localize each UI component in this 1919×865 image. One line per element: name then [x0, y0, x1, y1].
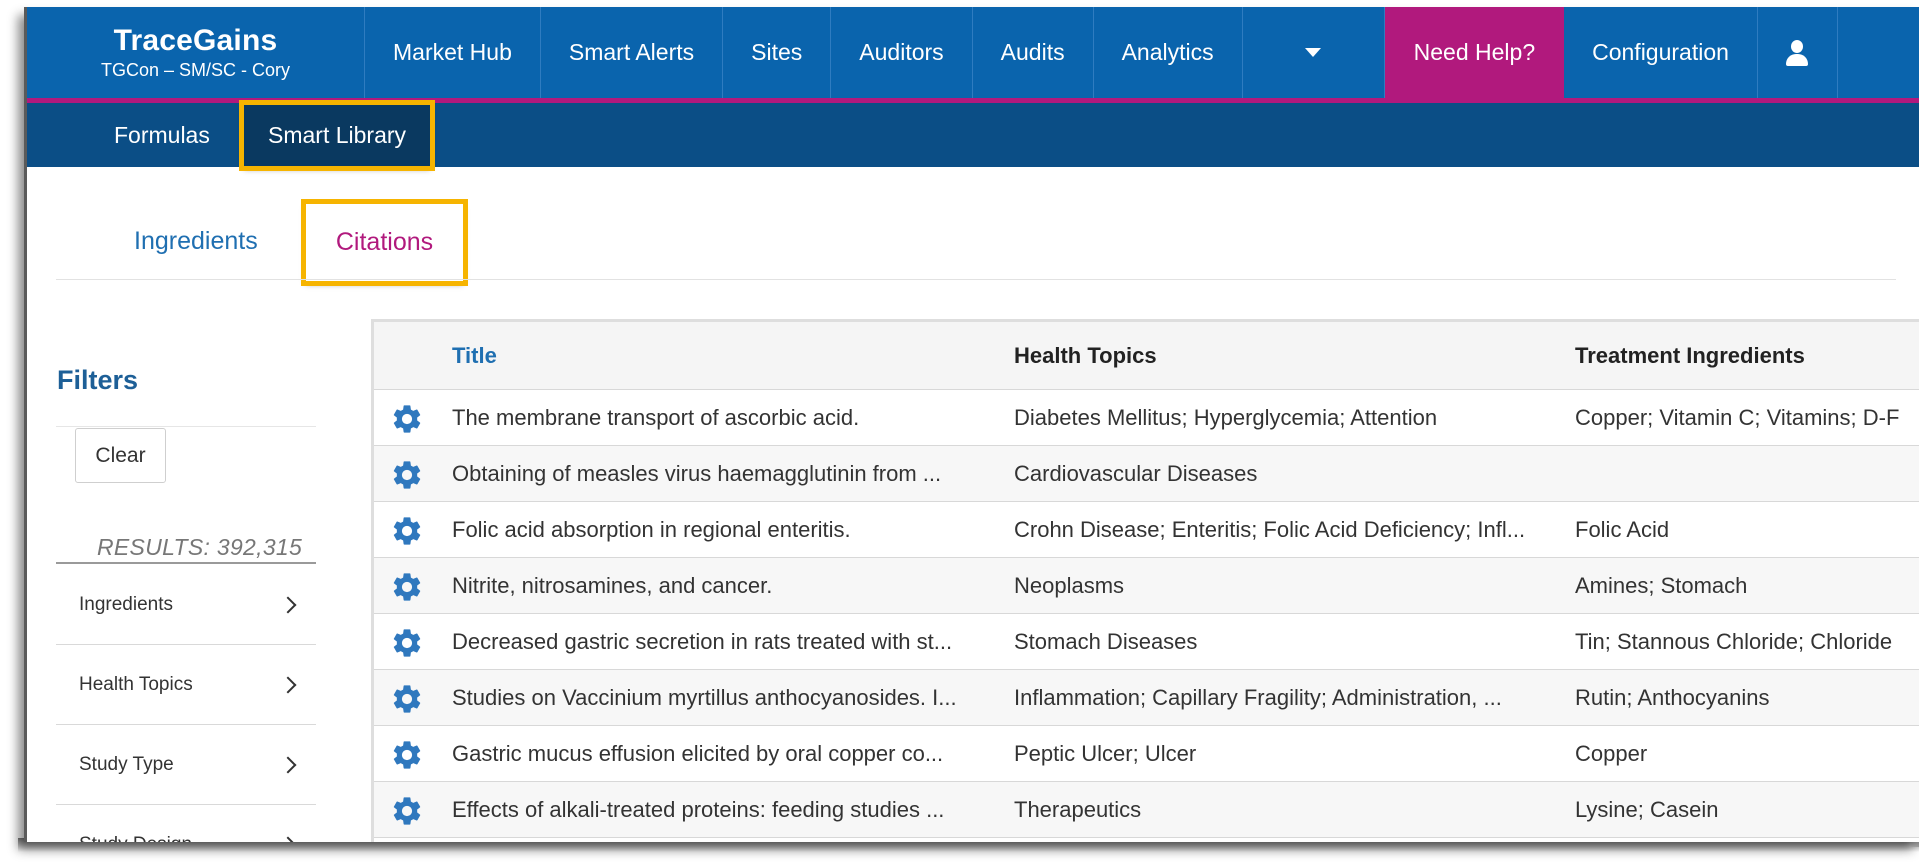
cell-title[interactable]: Obtaining of measles virus haemagglutini… — [452, 446, 1002, 502]
user-menu[interactable] — [1758, 7, 1838, 98]
gear-icon[interactable] — [390, 682, 424, 716]
results-count: RESULTS: 392,315 — [97, 534, 303, 560]
cell-treatment-ingredients: Copper; Vitamin C; Vitamins; D-F — [1575, 405, 1900, 430]
cell-treatment-ingredients: Amines; Stomach — [1575, 573, 1748, 598]
cell-treatment-ingredients: Tin; Stannous Chloride; Chloride — [1575, 629, 1893, 654]
table-row[interactable]: Decreased gastric secretion in rats trea… — [374, 614, 1919, 670]
nav-analytics[interactable]: Analytics — [1094, 7, 1243, 98]
column-header-health-topics[interactable]: Health Topics — [1014, 322, 1157, 390]
nav-need-help[interactable]: Need Help? — [1384, 7, 1565, 98]
cell-treatment-ingredients: Copper — [1575, 741, 1648, 766]
cell-treatment-ingredients: Lysine; Casein — [1575, 797, 1719, 822]
table-row[interactable]: Folic acid absorption in regional enteri… — [374, 502, 1919, 558]
cell-title[interactable]: Folic acid absorption in regional enteri… — [452, 502, 1002, 558]
facet-study-design[interactable]: Study Design — [56, 805, 316, 842]
cell-treatment-ingredients — [1575, 446, 1919, 502]
gear-icon[interactable] — [390, 626, 424, 660]
filters-title: Filters — [57, 365, 139, 395]
clear-filters-button[interactable]: Clear — [75, 428, 166, 483]
cell-title[interactable]: Effects of alkali-treated proteins: feed… — [452, 782, 1002, 838]
gear-icon[interactable] — [390, 570, 424, 604]
table-row[interactable]: Effects of alkali-treated proteins: feed… — [374, 782, 1919, 838]
cell-health-topics: Crohn Disease; Enteritis; Folic Acid Def… — [1014, 517, 1526, 542]
cell-treatment-ingredients: Rutin; Anthocyanins — [1575, 685, 1770, 710]
cell-title[interactable]: The membrane transport of ascorbic acid. — [452, 390, 1002, 446]
user-icon — [1785, 39, 1809, 66]
chevron-right-icon — [279, 596, 297, 613]
table-row[interactable]: Obtaining of measles virus haemagglutini… — [374, 446, 1919, 502]
brand[interactable]: TraceGains TGCon – SM/SC - Cory — [27, 7, 365, 98]
cell-title[interactable]: Nitrite, nitrosamines, and cancer. — [452, 558, 1002, 614]
nav-smart-alerts[interactable]: Smart Alerts — [541, 7, 724, 98]
account-name: TGCon – SM/SC - Cory — [100, 60, 291, 80]
facet-label: Health Topics — [79, 673, 193, 695]
column-header-title[interactable]: Title — [452, 322, 497, 390]
facet-label: Study Type — [79, 753, 174, 775]
subnav-formulas[interactable]: Formulas — [114, 103, 210, 167]
gear-icon[interactable] — [390, 738, 424, 772]
gear-icon[interactable] — [390, 458, 424, 492]
nav-configuration[interactable]: Configuration — [1564, 7, 1758, 98]
cell-title[interactable]: Gastric mucus effusion elicited by oral … — [452, 726, 1002, 782]
cell-treatment-ingredients: Folic Acid — [1575, 517, 1670, 542]
app-window: TraceGains TGCon – SM/SC - Cory Market H… — [24, 7, 1919, 842]
cell-health-topics: Diabetes Mellitus; Hyperglycemia; Attent… — [1014, 405, 1438, 430]
caret-down-icon — [1305, 48, 1322, 57]
gear-icon[interactable] — [390, 402, 424, 436]
cell-health-topics: Cardiovascular Diseases — [1014, 461, 1258, 486]
chevron-right-icon — [279, 836, 297, 842]
citations-table: Title Health Topics Treatment Ingredient… — [371, 319, 1919, 842]
cell-health-topics: Neoplasms — [1014, 573, 1125, 598]
cell-health-topics: Therapeutics — [1014, 797, 1142, 822]
tabs-divider — [56, 279, 1896, 280]
gear-icon[interactable] — [390, 794, 424, 828]
column-header-treatment-ingredients[interactable]: Treatment Ingredients — [1575, 322, 1805, 390]
facet-study-type[interactable]: Study Type — [56, 725, 316, 805]
cell-title[interactable]: Studies on Vaccinium myrtillus anthocyan… — [452, 670, 1002, 726]
table-row[interactable]: Nitrite, nitrosamines, and cancer. Neopla… — [374, 558, 1919, 614]
facet-label: Study Design — [79, 834, 192, 843]
subnav-smart-library[interactable]: Smart Library — [238, 100, 436, 171]
table-row[interactable]: The membrane transport of ascorbic acid.… — [374, 390, 1919, 446]
cell-health-topics: Peptic Ulcer; Ulcer — [1014, 741, 1197, 766]
results-divider — [56, 562, 316, 564]
nav-more-dropdown[interactable] — [1243, 7, 1385, 98]
table-row[interactable]: Studies on Vaccinium myrtillus anthocyan… — [374, 670, 1919, 726]
cell-health-topics: Inflammation; Capillary Fragility; Admin… — [1014, 685, 1502, 710]
nav-market-hub[interactable]: Market Hub — [365, 7, 541, 98]
sub-nav: Formulas Smart Library — [27, 100, 1919, 171]
nav-sites[interactable]: Sites — [723, 7, 832, 98]
chevron-right-icon — [279, 756, 297, 773]
cell-health-topics: Stomach Diseases — [1014, 629, 1198, 654]
gear-icon[interactable] — [390, 514, 424, 548]
chevron-right-icon — [279, 676, 297, 693]
cell-title[interactable]: Decreased gastric secretion in rats trea… — [452, 614, 1002, 670]
top-nav: TraceGains TGCon – SM/SC - Cory Market H… — [27, 7, 1919, 103]
table-header: Title Health Topics Treatment Ingredient… — [374, 322, 1919, 390]
facet-health-topics[interactable]: Health Topics — [56, 645, 316, 725]
facet-label: Ingredients — [79, 593, 174, 615]
tab-ingredients[interactable]: Ingredients — [134, 217, 258, 265]
nav-audits[interactable]: Audits — [973, 7, 1094, 98]
nav-auditors[interactable]: Auditors — [831, 7, 973, 98]
table-row[interactable]: Gastric mucus effusion elicited by oral … — [374, 726, 1919, 782]
brand-name: TraceGains — [113, 24, 278, 57]
tab-citations[interactable]: Citations — [301, 199, 468, 286]
facet-ingredients[interactable]: Ingredients — [56, 565, 316, 645]
filters-divider — [56, 426, 316, 427]
